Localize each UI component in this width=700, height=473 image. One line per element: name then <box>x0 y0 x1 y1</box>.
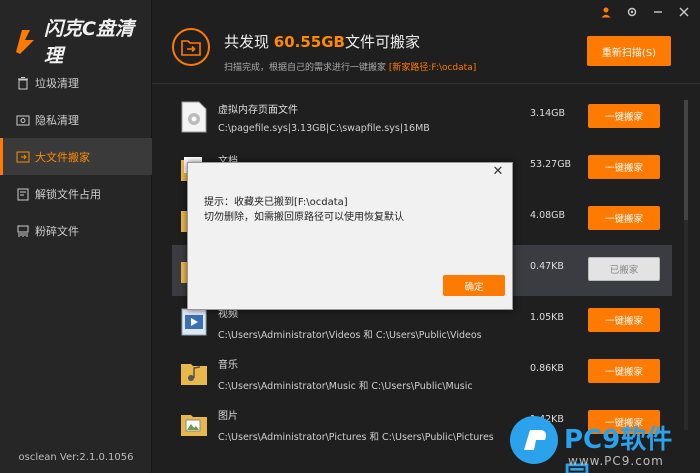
scan-status: 扫描完成，根据自己的需求进行一键搬家 [新家路径:F:\ocdata] <box>224 60 476 73</box>
list-item: 虚拟内存页面文件 C:\pagefile.sys|3.13GB|C:\swapf… <box>172 92 672 143</box>
folder-move-icon <box>16 150 30 164</box>
dialog-message-line2: 切勿删除，如需搬回原路径可以使用恢复默认 <box>204 212 404 223</box>
found-suffix: 文件可搬家 <box>345 33 421 51</box>
item-size: 4.08GB <box>530 210 566 221</box>
logo-text: 闪克C盘清理 <box>44 18 134 67</box>
sidebar-item-unlock-file[interactable]: 解锁文件占用 <box>0 175 152 212</box>
unlock-icon <box>16 187 30 201</box>
sidebar-item-label: 粉碎文件 <box>35 224 79 238</box>
item-path: C:\Users\Administrator\Music 和 C:\Users\… <box>218 381 473 392</box>
scrollbar[interactable] <box>684 100 688 430</box>
item-path: C:\pagefile.sys|3.13GB|C:\swapfile.sys|1… <box>218 123 430 134</box>
move-button[interactable]: 一键搬家 <box>588 359 660 383</box>
music-folder-icon <box>180 356 208 388</box>
item-name: 音乐 <box>218 360 238 371</box>
list-item: 音乐 C:\Users\Administrator\Music 和 C:\Use… <box>172 347 672 398</box>
move-button[interactable]: 一键搬家 <box>588 104 660 128</box>
dialog-close-icon[interactable]: ✕ <box>490 163 506 179</box>
app-logo: 闪克C盘清理 <box>12 14 151 68</box>
move-button[interactable]: 一键搬家 <box>588 155 660 179</box>
sidebar-item-large-file-move[interactable]: 大文件搬家 <box>0 138 152 175</box>
item-size: 53.27GB <box>530 159 572 170</box>
found-summary: 共发现 60.55GB文件可搬家 <box>224 31 420 52</box>
move-button[interactable]: 一键搬家 <box>588 206 660 230</box>
sidebar-item-shred-file[interactable]: 粉碎文件 <box>0 212 152 249</box>
move-button[interactable]: 一键搬家 <box>588 308 660 332</box>
item-path: C:\Users\Administrator\Videos 和 C:\Users… <box>218 330 482 341</box>
dialog-titlebar: ✕ <box>188 163 512 179</box>
sidebar-item-privacy-clean[interactable]: 隐私清理 <box>0 101 152 138</box>
scrollbar-thumb[interactable] <box>684 100 688 220</box>
system-file-icon <box>180 101 208 133</box>
sidebar-item-label: 隐私清理 <box>35 113 79 127</box>
shred-icon <box>16 224 30 238</box>
sidebar-item-label: 解锁文件占用 <box>35 187 101 201</box>
new-path-link[interactable]: [新家路径:F:\ocdata] <box>389 63 476 73</box>
watermark-logo-icon <box>510 416 558 464</box>
found-size: 60.55GB <box>273 33 345 51</box>
watermark-url: www.PC9.com <box>568 454 664 468</box>
trash-icon <box>16 76 30 90</box>
found-prefix: 共发现 <box>224 33 270 51</box>
dialog-ok-button[interactable]: 确定 <box>443 275 505 296</box>
sidebar-item-label: 垃圾清理 <box>35 76 79 90</box>
rescan-button[interactable]: 重新扫描(S) <box>587 36 671 66</box>
item-path: C:\Users\Administrator\Pictures 和 C:\Use… <box>218 432 494 443</box>
moved-button[interactable]: 已搬家 <box>588 257 660 281</box>
sidebar-item-junk-clean[interactable]: 垃圾清理 <box>0 64 152 101</box>
logo-icon <box>12 26 38 56</box>
version-label: osclean Ver:2.1.0.1056 <box>18 452 134 463</box>
item-size: 3.14GB <box>530 108 566 119</box>
item-size: 1.05KB <box>530 312 564 323</box>
sidebar-item-label: 大文件搬家 <box>35 150 90 164</box>
privacy-icon <box>16 113 30 127</box>
item-size: 0.47KB <box>530 261 564 272</box>
item-size: 0.86KB <box>530 363 564 374</box>
sidebar: 闪克C盘清理 垃圾清理 隐私清理 大文件搬家 解锁文件占用 粉碎文件 oscle… <box>0 0 152 473</box>
pictures-folder-icon <box>180 407 208 439</box>
item-name: 虚拟内存页面文件 <box>218 105 298 116</box>
dialog-message-line1: 提示：收藏夹已搬到[F:\ocdata] <box>204 197 348 208</box>
sidebar-nav: 垃圾清理 隐私清理 大文件搬家 解锁文件占用 粉碎文件 <box>0 64 152 249</box>
header: 共发现 60.55GB文件可搬家 扫描完成，根据自己的需求进行一键搬家 [新家路… <box>152 0 700 84</box>
folder-transfer-icon <box>172 28 210 66</box>
watermark: PC9软件园 www.PC9.com <box>508 414 698 473</box>
notice-dialog: ✕ 提示：收藏夹已搬到[F:\ocdata] 切勿删除，如需搬回原路径可以使用恢… <box>187 162 513 310</box>
scan-status-text: 扫描完成，根据自己的需求进行一键搬家 <box>224 63 387 73</box>
item-name: 图片 <box>218 411 238 422</box>
